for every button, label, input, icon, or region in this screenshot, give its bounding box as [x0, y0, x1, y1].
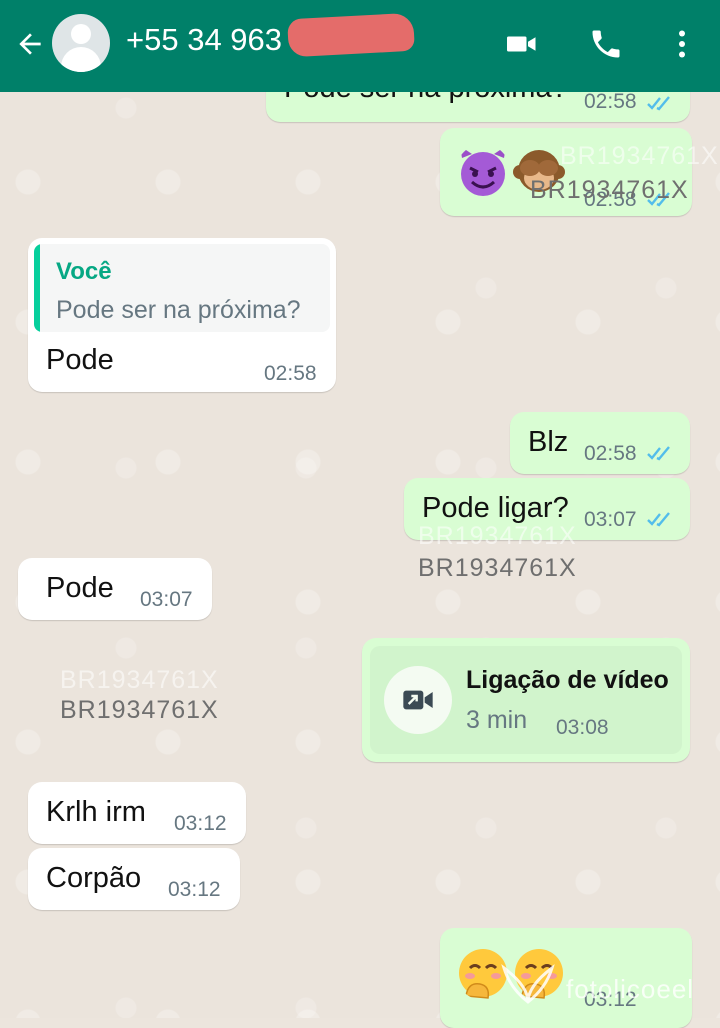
video-call-message[interactable]: Ligação de vídeo 3 min 03:08	[362, 638, 690, 762]
watermark-text: BR1934761X	[60, 666, 219, 694]
message-time: 02:58	[584, 90, 637, 113]
message-text: Krlh irm	[46, 796, 146, 828]
watermark-text: BR1934761X	[418, 554, 577, 582]
message-incoming[interactable]: Krlh irm 03:12	[28, 782, 246, 844]
message-time: 03:07	[584, 508, 637, 531]
read-ticks-icon	[647, 96, 670, 111]
brand-watermark: fotolicoeel	[566, 974, 695, 1004]
message-time: 02:58	[584, 442, 637, 465]
reply-bar	[34, 244, 40, 332]
reply-author: Você	[56, 258, 112, 285]
message-time: 02:58	[264, 362, 317, 385]
brand-logo-icon	[501, 964, 555, 1004]
message-incoming[interactable]: Pode 03:07	[18, 558, 212, 620]
read-ticks-icon	[647, 512, 670, 527]
video-call-icon[interactable]	[504, 26, 540, 62]
message-time: 03:12	[174, 812, 227, 835]
chat-header: +55 34 963	[0, 0, 720, 92]
message-outgoing[interactable]: Blz 02:58	[510, 412, 690, 474]
redaction-scribble	[287, 12, 415, 58]
more-options-icon[interactable]	[664, 26, 700, 62]
quoted-message[interactable]: Você Pode ser na próxima?	[34, 244, 330, 332]
call-duration: 3 min	[466, 706, 528, 734]
message-text: Pode	[46, 572, 114, 604]
reply-text: Pode ser na próxima?	[56, 296, 301, 324]
call-icon-circle	[384, 666, 452, 734]
watermark-text: BR1934761X	[418, 522, 577, 550]
video-call-icon	[403, 690, 433, 710]
call-title: Ligação de vídeo	[466, 666, 669, 694]
avatar[interactable]	[52, 14, 110, 72]
message-time: 03:12	[168, 878, 221, 901]
voice-call-icon[interactable]	[588, 26, 624, 62]
message-text: Pode ligar?	[422, 492, 569, 524]
message-incoming[interactable]: Corpão 03:12	[28, 848, 240, 910]
message-text: Pode	[46, 344, 114, 376]
back-arrow-icon[interactable]	[14, 28, 46, 60]
message-time: 03:08	[556, 716, 609, 739]
watermark-text: BR1934761X	[560, 142, 719, 170]
contact-name[interactable]: +55 34 963	[126, 22, 282, 58]
call-card[interactable]: Ligação de vídeo 3 min 03:08	[370, 646, 682, 754]
watermark-text: BR1934761X	[60, 696, 219, 724]
message-text: Blz	[528, 426, 569, 458]
smiling-devil-emoji	[460, 146, 506, 196]
watermark-text: BR1934761X	[530, 176, 689, 204]
read-ticks-icon	[647, 446, 670, 461]
message-incoming-reply[interactable]: Você Pode ser na próxima? Pode 02:58	[28, 238, 336, 392]
message-time: 03:07	[140, 588, 193, 611]
message-text: Corpão	[46, 862, 142, 894]
